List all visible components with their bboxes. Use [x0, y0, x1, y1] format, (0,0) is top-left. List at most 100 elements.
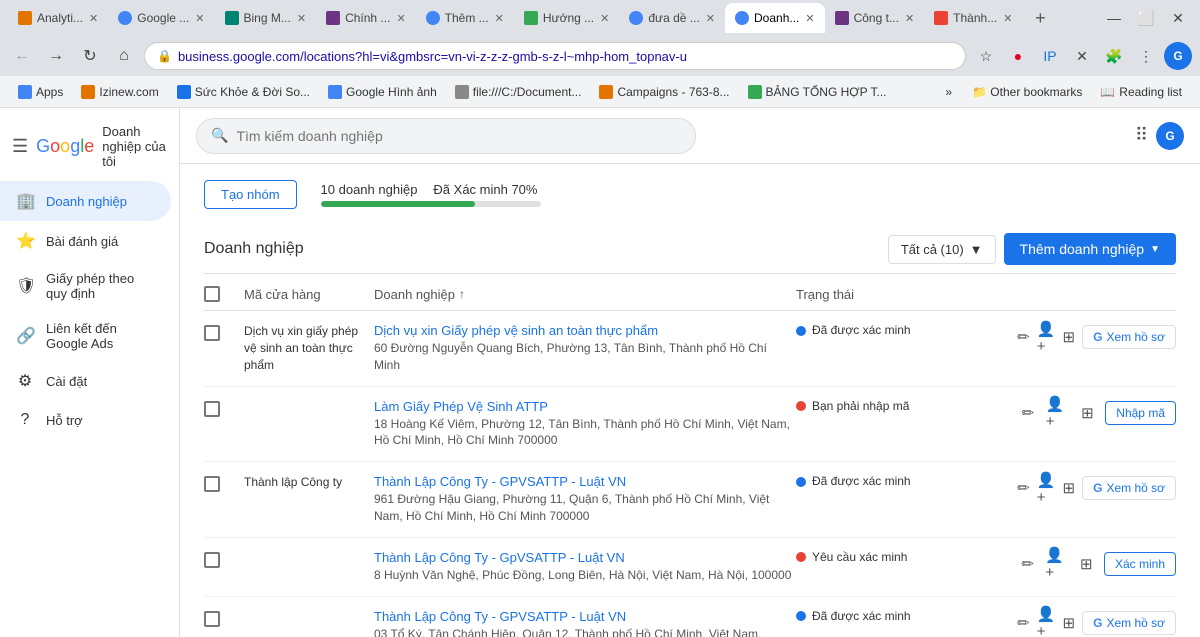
row-checkbox-1[interactable] — [204, 399, 244, 417]
tab-close-chinh[interactable]: ✕ — [396, 12, 405, 25]
bookmark-apps[interactable]: Apps — [10, 82, 71, 102]
tab-huong[interactable]: Hướng ... ✕ — [514, 3, 619, 33]
sort-business-icon[interactable]: ↑ — [459, 287, 465, 301]
reading-list-button[interactable]: 📖 Reading list — [1092, 82, 1190, 102]
row-select-checkbox[interactable] — [204, 611, 220, 627]
add-user-icon-button[interactable]: 👤+ — [1037, 609, 1056, 637]
add-user-icon-button[interactable]: 👤+ — [1046, 399, 1070, 427]
tab-icon-bing — [225, 11, 239, 25]
bookmarks-more-button[interactable]: » — [939, 82, 958, 102]
tab-thanh[interactable]: Thành... ✕ — [924, 3, 1022, 33]
edit-icon-button[interactable]: ✏ — [1016, 399, 1040, 427]
bookmark-star-icon[interactable]: ☆ — [972, 42, 1000, 70]
tab-google[interactable]: Google ... ✕ — [108, 3, 214, 33]
view-profile-button[interactable]: G Xem hồ sơ — [1082, 476, 1176, 500]
twitter-icon[interactable]: ✕ — [1068, 42, 1096, 70]
tab-doanh[interactable]: Doanh... ✕ — [725, 3, 825, 33]
bookmark-suckhoe[interactable]: Sức Khỏe & Đời So... — [169, 82, 318, 102]
hamburger-menu-button[interactable]: ☰ — [12, 136, 28, 157]
filter-dropdown[interactable]: Tất cả (10) ▼ — [888, 235, 996, 264]
tab-close-thanh[interactable]: ✕ — [1003, 12, 1012, 25]
add-business-button[interactable]: Thêm doanh nghiệp ▼ — [1004, 233, 1176, 265]
edit-icon-button[interactable]: ✏ — [1016, 609, 1031, 637]
search-input[interactable] — [236, 128, 681, 144]
google-apps-grid-icon[interactable]: ⠿ — [1135, 125, 1148, 146]
row-checkbox-3[interactable] — [204, 550, 244, 568]
row-select-checkbox[interactable] — [204, 476, 220, 492]
tab-close-dua[interactable]: ✕ — [706, 12, 715, 25]
select-all-checkbox[interactable] — [204, 286, 220, 302]
row-checkbox-2[interactable] — [204, 474, 244, 492]
tab-close-bing[interactable]: ✕ — [297, 12, 306, 25]
new-tab-button[interactable]: + — [1026, 4, 1054, 32]
back-button[interactable]: ← — [8, 42, 36, 70]
more-options-icon-button[interactable]: ⊞ — [1075, 550, 1098, 578]
tab-dua[interactable]: đưa dề ... ✕ — [619, 3, 725, 33]
add-user-icon-button[interactable]: 👤+ — [1037, 474, 1056, 502]
row-select-checkbox[interactable] — [204, 325, 220, 341]
row-checkbox-0[interactable] — [204, 323, 244, 341]
tab-cong[interactable]: Công t... ✕ — [825, 3, 925, 33]
more-options-icon-button[interactable]: ⊞ — [1061, 474, 1076, 502]
tab-close-doanh[interactable]: ✕ — [805, 12, 814, 25]
sidebar-item-danhgia[interactable]: ⭐ Bài đánh giá — [0, 221, 171, 261]
edit-icon-button[interactable]: ✏ — [1016, 323, 1031, 351]
bookmark-file[interactable]: file:///C:/Document... — [447, 82, 590, 102]
close-window-button[interactable]: ✕ — [1164, 4, 1192, 32]
edit-icon-button[interactable]: ✏ — [1016, 550, 1039, 578]
bookmark-izinew[interactable]: Izinew.com — [73, 82, 166, 102]
other-bookmarks-button[interactable]: 📁 Other bookmarks — [964, 82, 1090, 102]
extensions-icon[interactable]: 🧩 — [1100, 42, 1128, 70]
business-address: 8 Huỳnh Văn Nghệ, Phúc Đồng, Long Biên, … — [374, 567, 796, 584]
pinterest-icon[interactable]: ● — [1004, 42, 1032, 70]
tab-close-analytics[interactable]: ✕ — [89, 12, 98, 25]
row-business-3: Thành Lập Công Ty - GpVSATTP - Luật VN 8… — [374, 550, 796, 584]
business-name: Làm Giấy Phép Vệ Sinh ATTP — [374, 399, 796, 414]
add-user-icon-button[interactable]: 👤+ — [1037, 323, 1056, 351]
address-bar[interactable]: 🔒 business.google.com/locations?hl=vi&gm… — [144, 42, 966, 70]
sidebar-item-giayphep[interactable]: 🛡 Giấy phép theo quy định — [0, 261, 171, 311]
bookmark-googleimages[interactable]: Google Hình ảnh — [320, 82, 445, 102]
tab-close-cong[interactable]: ✕ — [905, 12, 914, 25]
bookmark-campaigns[interactable]: Campaigns - 763-8... — [591, 82, 737, 102]
create-group-button[interactable]: Tạo nhóm — [204, 180, 297, 209]
more-options-icon-button[interactable]: ⊞ — [1061, 323, 1076, 351]
sidebar-item-caidat[interactable]: ⚙ Cài đặt — [0, 361, 171, 401]
more-options-icon-button[interactable]: ⊞ — [1061, 609, 1076, 637]
forward-button[interactable]: → — [42, 42, 70, 70]
row-checkbox-4[interactable] — [204, 609, 244, 627]
more-options-icon-button[interactable]: ⊞ — [1076, 399, 1100, 427]
browser-menu-button[interactable]: ⋮ — [1132, 42, 1160, 70]
sidebar-item-hotro[interactable]: ? Hỗ trợ — [0, 401, 171, 439]
sidebar-item-doanhnghiep[interactable]: 🏢 Doanh nghiệp — [0, 181, 171, 221]
tab-close-them[interactable]: ✕ — [495, 12, 504, 25]
sidebar-item-lienket[interactable]: 🔗 Liên kết đến Google Ads — [0, 311, 171, 361]
tab-them[interactable]: Thêm ... ✕ — [416, 3, 514, 33]
add-user-icon-button[interactable]: 👤+ — [1045, 550, 1068, 578]
restore-button[interactable]: ⬜ — [1132, 4, 1160, 32]
business-count: 10 doanh nghiệp — [321, 182, 418, 197]
search-box[interactable]: 🔍 — [196, 118, 696, 154]
profile-avatar[interactable]: G — [1164, 42, 1192, 70]
tab-chinh[interactable]: Chính ... ✕ — [316, 3, 416, 33]
business-name: Dịch vụ xin Giấy phép vệ sinh an toàn th… — [374, 323, 796, 338]
edit-icon-button[interactable]: ✏ — [1016, 474, 1031, 502]
view-profile-button[interactable]: G Xem hồ sơ — [1082, 611, 1176, 635]
enter-code-button[interactable]: Nhập mã — [1105, 401, 1176, 425]
home-button[interactable]: ⌂ — [110, 42, 138, 70]
minimize-button[interactable]: — — [1100, 4, 1128, 32]
verify-button[interactable]: Xác minh — [1104, 552, 1176, 576]
tab-analytics[interactable]: Analyti... ✕ — [8, 3, 108, 33]
view-profile-button[interactable]: G Xem hồ sơ — [1082, 325, 1176, 349]
row-status-2: Đã được xác minh — [796, 474, 1016, 488]
row-select-checkbox[interactable] — [204, 552, 220, 568]
row-select-checkbox[interactable] — [204, 401, 220, 417]
tab-close-huong[interactable]: ✕ — [600, 12, 609, 25]
user-avatar[interactable]: G — [1156, 122, 1184, 150]
bookmark-bangtong[interactable]: BẢNG TỔNG HỢP T... — [740, 82, 895, 102]
reload-button[interactable]: ↻ — [76, 42, 104, 70]
bookmark-file-label: file:///C:/Document... — [473, 85, 582, 99]
tab-bing[interactable]: Bing M... ✕ — [215, 3, 317, 33]
password-manager-icon[interactable]: IP — [1036, 42, 1064, 70]
tab-close-google[interactable]: ✕ — [195, 12, 204, 25]
